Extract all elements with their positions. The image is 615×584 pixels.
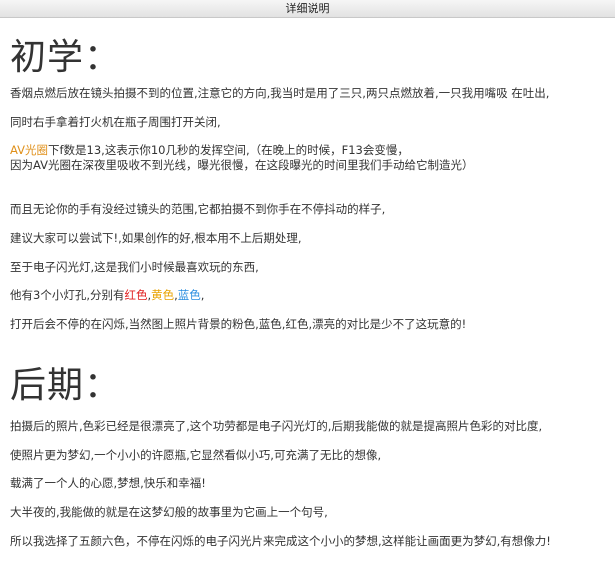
paragraph: 而且无论你的手有没经过镜头的范围,它都拍摄不到你手在不停抖动的样子, — [10, 202, 386, 216]
paragraph: 至于电子闪光灯,这是我们小时候最喜欢玩的东西, — [10, 260, 259, 274]
paragraph: 所以我选择了五颜六色，不停在闪烁的电子闪光片来完成这个小小的梦想,这样能让画面更… — [10, 534, 551, 548]
paragraph-text: 下f数是13,这表示你10几秒的发挥空间,（在晚上的时候，F13会变慢， — [48, 143, 409, 157]
blue-text: 蓝色 — [177, 288, 201, 302]
yellow-text: 黄色 — [151, 288, 175, 302]
paragraph: 大半夜的,我能做的就是在这梦幻般的故事里为它画上一个句号, — [10, 505, 328, 519]
paragraph: 载满了一个人的心愿,梦想,快乐和幸福! — [10, 476, 206, 490]
window-title: 详细说明 — [0, 0, 615, 18]
paragraph: 香烟点燃后放在镜头拍摄不到的位置,注意它的方向,我当时是用了三只,两只点燃放着,… — [10, 86, 550, 100]
red-text: 红色 — [124, 288, 148, 302]
paragraph-text: 他有3个小灯孔,分别有 — [10, 288, 125, 302]
section-heading-beginner: 初学： — [10, 37, 122, 78]
paragraph: AV光圈下f数是13,这表示你10几秒的发挥空间,（在晚上的时候，F13会变慢， — [10, 143, 409, 157]
paragraph: 拍摄后的照片,色彩已经是很漂亮了,这个功劳都是电子闪光灯的,后期我能做的就是提高… — [10, 419, 543, 433]
comma: , — [200, 288, 205, 302]
highlight-text: AV光圈 — [10, 143, 48, 157]
section-heading-post-processing: 后期： — [10, 365, 122, 406]
paragraph: 他有3个小灯孔,分别有红色,黄色,蓝色, — [10, 288, 204, 302]
paragraph: 同时右手拿着打火机在瓶子周围打开关闭, — [10, 115, 221, 129]
paragraph: 使照片更为梦幻,一个小小的许愿瓶,它显然看似小巧,可充满了无比的想像, — [10, 448, 382, 462]
paragraph: 建议大家可以尝试下!,如果创作的好,根本用不上后期处理, — [10, 231, 302, 245]
paragraph: 打开后会不停的在闪烁,当然图上照片背景的粉色,蓝色,红色,漂亮的对比是少不了这玩… — [10, 317, 467, 331]
paragraph: 因为AV光圈在深夜里吸收不到光线，曝光很慢，在这段曝光的时间里我们手动给它制造光… — [10, 158, 474, 172]
